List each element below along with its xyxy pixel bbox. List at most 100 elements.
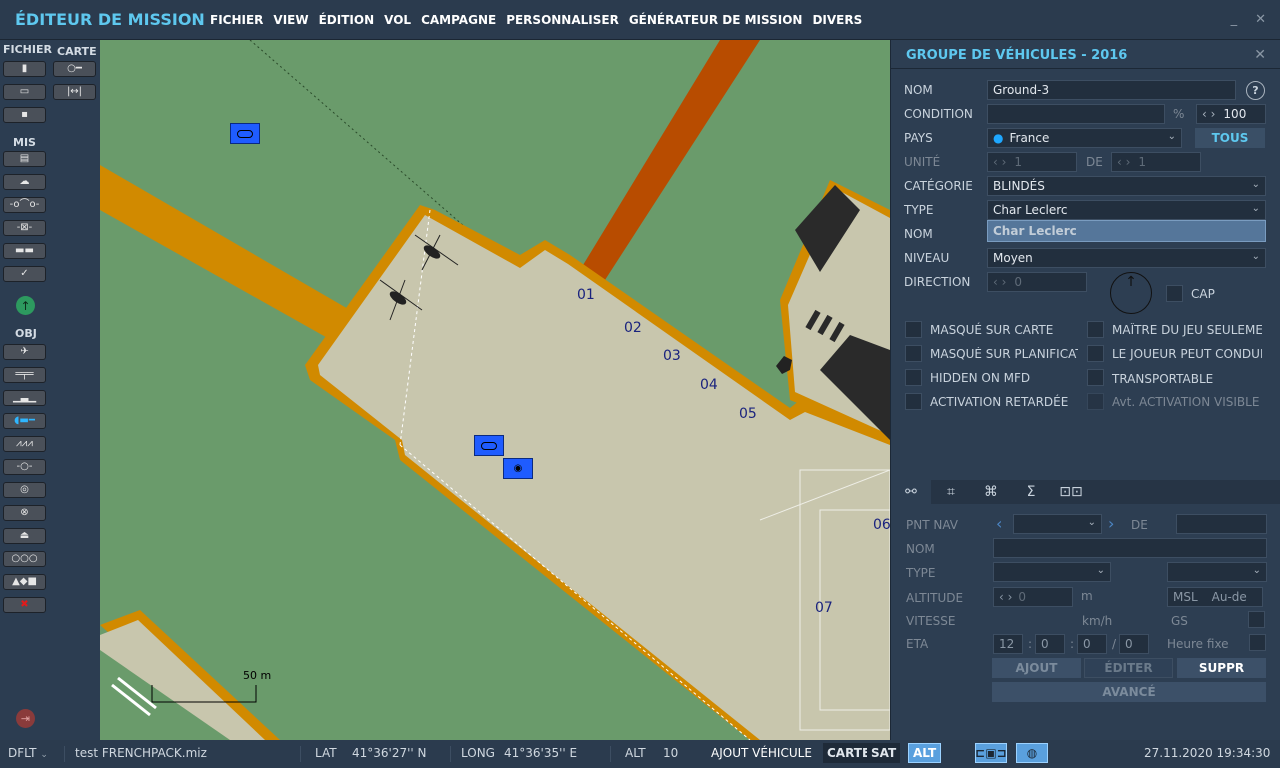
add-target-button[interactable]: ◎	[3, 482, 46, 498]
editer-button[interactable]: ÉDITER	[1084, 658, 1173, 678]
checkbox-game-master[interactable]	[1087, 321, 1104, 338]
checkbox-transportable[interactable]	[1087, 369, 1104, 386]
map-key-button[interactable]: ○━	[53, 61, 96, 77]
next-waypoint-button[interactable]: ›	[1108, 514, 1114, 533]
menu-campagne[interactable]: CAMPAGNE	[421, 13, 496, 27]
add-waypoint-button[interactable]: -○-	[3, 459, 46, 475]
fly-button[interactable]: ↑	[16, 296, 35, 315]
gs-checkbox[interactable]	[1248, 611, 1265, 628]
avance-button[interactable]: AVANCÉ	[992, 682, 1266, 702]
add-point-button[interactable]: ⊗	[3, 505, 46, 521]
suppr-button[interactable]: SUPPR	[1177, 658, 1266, 678]
tab-targets[interactable]: ⌗	[931, 480, 971, 504]
checkbox-hidden-mfd[interactable]	[905, 369, 922, 386]
direction-spinner[interactable]: ‹ › 0	[987, 272, 1087, 292]
eta-hours[interactable]: 12	[993, 634, 1023, 654]
altitude-ref-select[interactable]: MSL Au-de	[1167, 587, 1263, 607]
settings-dial-button[interactable]: ◍	[1016, 743, 1048, 763]
menu-vol[interactable]: VOL	[384, 13, 411, 27]
taxiway-west	[100, 165, 350, 345]
type-dropdown-option[interactable]: Char Leclerc	[987, 220, 1266, 242]
help-button[interactable]: ?	[1246, 81, 1265, 100]
waypoint-type-select[interactable]: ⌄	[993, 562, 1111, 582]
eta-day[interactable]: 0	[1119, 634, 1149, 654]
menu-personnaliser[interactable]: PERSONNALISER	[506, 13, 619, 27]
shapes-icon: ▲◆■	[12, 576, 37, 587]
tab-summary[interactable]: Σ	[1011, 480, 1051, 504]
panel-close-button[interactable]: ✕	[1254, 47, 1266, 63]
filter-units-button[interactable]: ⊏▣⊐	[975, 743, 1007, 763]
country-select[interactable]: ● France ⌄	[987, 128, 1182, 148]
target-icon: ◎	[20, 484, 29, 495]
profile-value: DFLT	[8, 746, 37, 760]
weather-button[interactable]: ☁	[3, 174, 46, 190]
add-airfield-button[interactable]: ⏏	[3, 528, 46, 544]
tous-button[interactable]: TOUS	[1195, 128, 1265, 148]
condition-input[interactable]	[987, 104, 1165, 124]
checkbox-player-can-drive[interactable]	[1087, 345, 1104, 362]
skill-select[interactable]: Moyen ⌄	[987, 248, 1266, 268]
eta-seconds[interactable]: 0	[1077, 634, 1107, 654]
vehicle-unit-marker[interactable]	[474, 435, 504, 456]
map-canvas[interactable]: 50 m ◉ 01 02 03 04 05 06 07	[100, 40, 890, 740]
goals-button[interactable]: ▬▬	[3, 243, 46, 259]
ajout-button[interactable]: AJOUT	[992, 658, 1081, 678]
menu-view[interactable]: VIEW	[273, 13, 308, 27]
unit-total-spinner[interactable]: ‹ › 1	[1111, 152, 1201, 172]
close-window-button[interactable]: ✕	[1255, 12, 1266, 27]
checkbox-hidden-map[interactable]	[905, 321, 922, 338]
heure-fixe-label: Heure fixe	[1167, 637, 1229, 651]
heure-fixe-checkbox[interactable]	[1249, 634, 1266, 651]
checkbox-hidden-planner[interactable]	[905, 345, 922, 362]
add-helicopter-button[interactable]: ═╤═	[3, 367, 46, 383]
type-select[interactable]: Char Leclerc ⌄	[987, 200, 1266, 220]
tab-actions[interactable]: ⌘	[971, 480, 1011, 504]
waypoint-select[interactable]: ⌄	[1013, 514, 1102, 534]
altitude-spinner[interactable]: ‹ › 0	[993, 587, 1073, 607]
tab-payload[interactable]: ⊡⊡	[1051, 480, 1091, 504]
add-static-button[interactable]: ⩘⩘⩘	[3, 436, 46, 452]
category-select[interactable]: BLINDÉS ⌄	[987, 176, 1266, 196]
waypoint-name-input[interactable]	[993, 538, 1267, 558]
add-shapes-button[interactable]: ▲◆■	[3, 574, 46, 590]
delete-button[interactable]: ✖	[3, 597, 46, 613]
checkbox-late-activation[interactable]	[905, 393, 922, 410]
new-file-button[interactable]: ▮	[3, 61, 46, 77]
menu-edition[interactable]: ÉDITION	[319, 13, 375, 27]
minimize-button[interactable]: _	[1231, 12, 1238, 27]
waypoint-action-select[interactable]: ⌄	[1167, 562, 1267, 582]
waypoint-label: 06	[873, 517, 890, 533]
vehicle-unit-marker[interactable]	[230, 123, 260, 144]
map-mode-sat[interactable]: SAT	[867, 743, 901, 763]
exit-button[interactable]: ⇥	[16, 709, 35, 728]
add-plane-button[interactable]: ✈	[3, 344, 46, 360]
spinner-arrows-icon: ‹ ›	[1202, 107, 1216, 121]
menu-divers[interactable]: DIVERS	[812, 13, 862, 27]
menu-fichier[interactable]: FICHIER	[210, 13, 263, 27]
condition-spinner[interactable]: ‹ › 100	[1196, 104, 1266, 124]
eta-minutes[interactable]: 0	[1035, 634, 1065, 654]
cap-checkbox[interactable]	[1166, 285, 1183, 302]
categorie-label: CATÉGORIE	[904, 179, 973, 193]
prev-waypoint-button[interactable]: ‹	[996, 514, 1002, 533]
save-file-button[interactable]: ▪	[3, 107, 46, 123]
vehicle-unit-marker-selected[interactable]: ◉	[503, 458, 533, 479]
add-ship-button[interactable]: ▁▃▁	[3, 390, 46, 406]
trigger-button[interactable]: -o⌒o-	[3, 197, 46, 213]
add-vehicle-button[interactable]: ◖▬━	[3, 413, 46, 429]
check-button[interactable]: ✓	[3, 266, 46, 282]
open-file-button[interactable]: ▭	[3, 84, 46, 100]
map-mode-alt[interactable]: ALT	[908, 743, 942, 763]
briefing-button[interactable]: ▤	[3, 151, 46, 167]
profile-select[interactable]: DFLT ⌄	[8, 746, 48, 760]
menu-generateur[interactable]: GÉNÉRATEUR DE MISSION	[629, 13, 803, 27]
panel-tabs: ⚯ ⌗ ⌘ Σ ⊡⊡	[891, 480, 1280, 504]
group-name-input[interactable]: Ground-3	[987, 80, 1236, 100]
tab-route[interactable]: ⚯	[891, 480, 931, 504]
add-rings-button[interactable]: ○○○	[3, 551, 46, 567]
zone-button[interactable]: -⊠-	[3, 220, 46, 236]
checkbox-visible-before-activation[interactable]	[1087, 393, 1104, 410]
unit-spinner[interactable]: ‹ › 1	[987, 152, 1077, 172]
heading-dial[interactable]: ↑	[1110, 272, 1152, 314]
measure-button[interactable]: |↔|	[53, 84, 96, 100]
